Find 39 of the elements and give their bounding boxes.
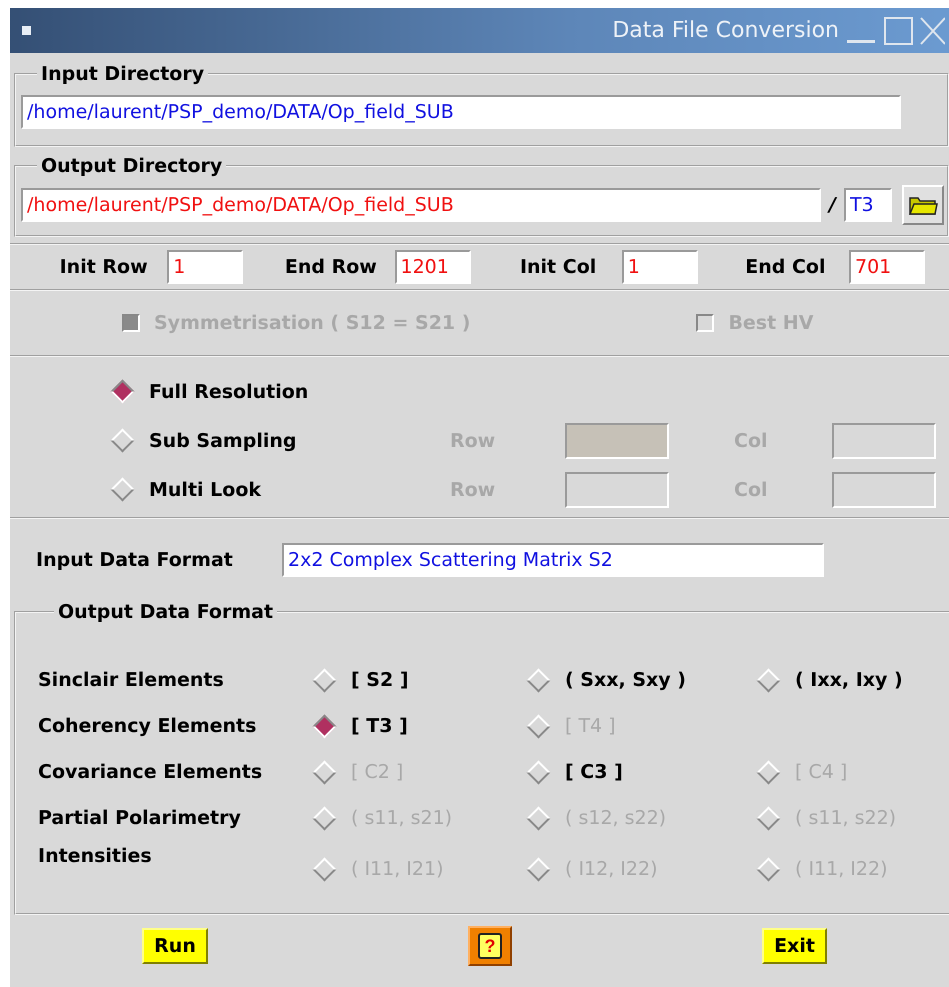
group-title: Input Directory [40,63,206,85]
group-title: Output Directory [40,155,224,177]
radio-label: [ S2 ] [351,669,409,691]
folder-icon [908,197,938,215]
group-title: Output Data Format [57,601,274,623]
window-title: Data File Conversion [612,18,839,43]
range-field[interactable]: 1 [167,250,244,284]
radio-label: Full Resolution [149,380,308,402]
field-label: Init Row [58,256,149,278]
action-button[interactable]: Run [142,928,208,964]
browse-button[interactable] [902,185,944,225]
row-label: Intensities [38,844,153,867]
field-label: Input Data Format [36,549,234,571]
row-label: Sinclair Elements [38,669,225,691]
field-label: End Row [284,256,378,278]
row-label: Covariance Elements [38,761,264,783]
range-field[interactable]: 701 [849,250,925,284]
radio-label: Sub Sampling [149,430,296,452]
radio-label: ( Sxx, Sxy ) [565,669,686,691]
range-field[interactable]: 1201 [394,250,470,284]
close-icon [919,16,945,46]
input-directory-field[interactable]: /home/laurent/PSP_demo/DATA/Op_field_SUB [21,95,901,129]
radio-label: ( Ixx, Ixy ) [795,669,903,691]
action-button[interactable]: Exit [762,928,827,964]
row-label: Partial Polarimetry [38,807,242,829]
field-label: Init Col [518,256,598,278]
help-button[interactable]: ? [468,926,512,966]
radio-label: [ C3 ] [565,761,623,783]
output-directory-field[interactable]: /home/laurent/PSP_demo/DATA/Op_field_SUB [21,188,821,222]
minimize-icon [847,40,875,43]
radio-label: Multi Look [149,478,262,500]
path-separator: / [829,194,836,216]
input-format-field[interactable]: 2x2 Complex Scattering Matrix S2 [282,543,824,577]
maximize-icon [883,16,915,46]
radio-label: [ T3 ] [351,715,408,737]
row-label: Coherency Elements [38,715,258,737]
field-label: End Col [744,256,826,278]
range-field[interactable]: 1 [622,250,698,284]
output-subfolder-field[interactable]: T3 [844,188,892,222]
